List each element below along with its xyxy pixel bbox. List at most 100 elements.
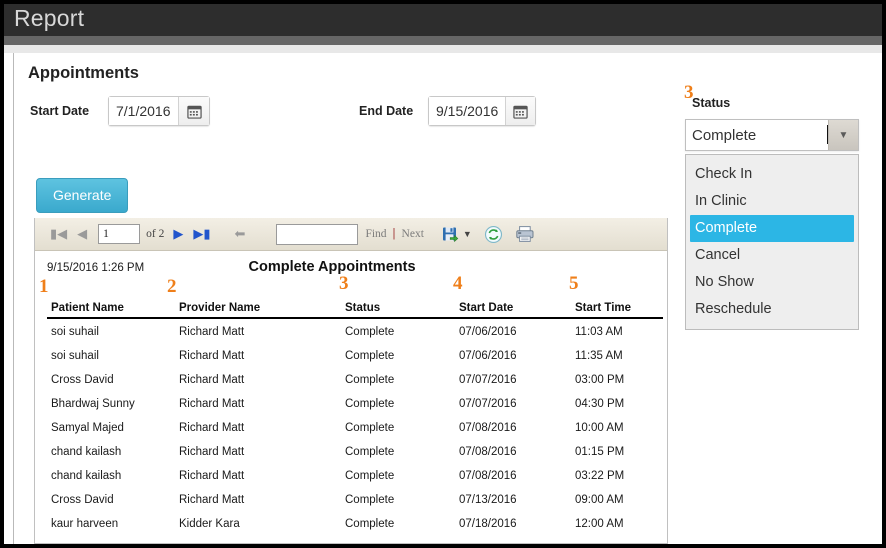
- status-value[interactable]: Complete: [686, 120, 828, 150]
- refresh-icon[interactable]: [484, 225, 503, 244]
- calendar-icon: [513, 105, 528, 119]
- start-date-field[interactable]: 7/1/2016: [108, 96, 210, 126]
- status-dropdown-list[interactable]: Check In In Clinic Complete Cancel No Sh…: [685, 154, 859, 330]
- find-next-button[interactable]: Next: [402, 228, 424, 240]
- cell-patient-name: kaur harveen: [51, 518, 119, 530]
- cell-status: Complete: [345, 398, 395, 410]
- cell-start-date: 07/13/2016: [459, 494, 517, 506]
- end-date-calendar-button[interactable]: [506, 97, 535, 125]
- page-number-value: 1: [103, 228, 109, 240]
- status-option-complete[interactable]: Complete: [690, 215, 854, 242]
- cell-patient-name: chand kailash: [51, 446, 122, 458]
- column-marker-4: 4: [453, 273, 463, 294]
- page-count-label: of 2: [146, 228, 165, 240]
- cell-patient-name: Cross David: [51, 494, 114, 506]
- start-date-calendar-button[interactable]: [179, 97, 209, 125]
- status-option-in-clinic[interactable]: In Clinic: [686, 188, 858, 215]
- cell-provider-name: Richard Matt: [179, 494, 245, 506]
- report-title: Complete Appointments: [248, 259, 416, 275]
- cell-status: Complete: [345, 374, 395, 386]
- cell-start-date: 07/06/2016: [459, 350, 517, 362]
- find-separator: |: [392, 228, 396, 240]
- cell-start-time: 11:35 AM: [575, 350, 623, 362]
- cell-patient-name: soi suhail: [51, 350, 99, 362]
- table-row: Cross David Richard Matt Complete 07/07/201…: [47, 370, 663, 394]
- cell-status: Complete: [345, 494, 395, 506]
- find-input[interactable]: [276, 223, 359, 245]
- cell-status: Complete: [345, 326, 395, 338]
- header-divider-light: [4, 45, 882, 53]
- cell-patient-name: Bhardwaj Sunny: [51, 398, 135, 410]
- text-cursor: [827, 125, 828, 144]
- cell-status: Complete: [345, 470, 395, 482]
- table-row: Cross David Richard Matt Complete 07/13/201…: [47, 490, 663, 514]
- column-header-patient-name: Patient Name: [51, 302, 124, 314]
- status-value-text: Complete: [692, 126, 757, 144]
- status-option-check-in[interactable]: Check In: [686, 161, 858, 188]
- cell-provider-name: Kidder Kara: [179, 518, 240, 530]
- column-header-status: Status: [345, 302, 381, 314]
- status-option-cancel[interactable]: Cancel: [686, 242, 858, 269]
- section-heading: Appointments: [28, 64, 139, 82]
- page-number-input[interactable]: 1: [98, 224, 141, 244]
- table-row: Bhardwaj Sunny Richard Matt Complete 07/07/…: [47, 394, 663, 418]
- export-dropdown-caret[interactable]: ▼: [463, 229, 472, 239]
- column-marker-3: 3: [339, 273, 349, 294]
- cell-provider-name: Richard Matt: [179, 326, 245, 338]
- status-combobox[interactable]: Complete ▼: [685, 119, 859, 151]
- end-date-field[interactable]: 9/15/2016: [428, 96, 536, 126]
- next-page-icon[interactable]: ▶: [168, 226, 188, 242]
- cell-start-date: 07/07/2016: [459, 374, 517, 386]
- chevron-down-icon: ▼: [838, 129, 849, 141]
- cell-start-date: 07/08/2016: [459, 422, 517, 434]
- report-page: Report Appointments Start Date 7/1/2016 …: [0, 0, 886, 548]
- print-icon[interactable]: [515, 225, 535, 243]
- previous-page-icon[interactable]: ◀: [72, 226, 92, 242]
- table-row: kaur harveen Kidder Kara Complete 07/18/201…: [47, 514, 663, 538]
- cell-start-time: 04:30 PM: [575, 398, 625, 410]
- start-date-value[interactable]: 7/1/2016: [109, 97, 180, 125]
- cell-start-date: 07/18/2016: [459, 518, 517, 530]
- cell-status: Complete: [345, 518, 395, 530]
- calendar-icon: [187, 105, 202, 119]
- status-option-reschedule[interactable]: Reschedule: [686, 296, 858, 323]
- cell-provider-name: Richard Matt: [179, 470, 245, 482]
- page-title: Report: [14, 5, 85, 31]
- cell-provider-name: Richard Matt: [179, 446, 245, 458]
- export-save-icon[interactable]: ▼: [442, 226, 472, 243]
- end-date-label: End Date: [359, 104, 414, 118]
- cell-patient-name: chand kailash: [51, 470, 122, 482]
- column-header-start-time: Start Time: [575, 302, 632, 314]
- cell-provider-name: Richard Matt: [179, 422, 245, 434]
- status-dropdown-toggle[interactable]: ▼: [828, 120, 858, 150]
- cell-provider-name: Richard Matt: [179, 350, 245, 362]
- cell-start-date: 07/08/2016: [459, 470, 517, 482]
- cell-provider-name: Richard Matt: [179, 398, 245, 410]
- table-row: chand kailash Richard Matt Complete 07/08/2…: [47, 442, 663, 466]
- column-header-start-date: Start Date: [459, 302, 514, 314]
- cell-status: Complete: [345, 350, 395, 362]
- table-row: chand kailash Richard Matt Complete 07/08/2…: [47, 466, 663, 490]
- status-option-no-show[interactable]: No Show: [686, 269, 858, 296]
- report-viewer: ▮◀ ◀ 1 of 2 ▶ ▶▮ ⬅ Find | Next ▼ 9/15/20…: [34, 218, 668, 544]
- last-page-icon[interactable]: ▶▮: [188, 226, 215, 242]
- generate-button[interactable]: Generate: [36, 178, 129, 213]
- cell-start-time: 09:00 AM: [575, 494, 624, 506]
- cell-start-date: 07/07/2016: [459, 398, 517, 410]
- column-header-provider-name: Provider Name: [179, 302, 261, 314]
- end-date-value[interactable]: 9/15/2016: [429, 97, 506, 125]
- back-to-parent-icon[interactable]: ⬅: [230, 226, 251, 242]
- first-page-icon[interactable]: ▮◀: [45, 226, 72, 242]
- find-button[interactable]: Find: [365, 228, 386, 240]
- cell-start-time: 11:03 AM: [575, 326, 623, 338]
- cell-start-time: 01:15 PM: [575, 446, 625, 458]
- start-date-label: Start Date: [30, 104, 90, 118]
- window-titlebar: Report: [4, 4, 882, 36]
- report-table-rows: soi suhail Richard Matt Complete 07/06/2016…: [47, 322, 663, 538]
- cell-status: Complete: [345, 446, 395, 458]
- status-label: Status: [692, 96, 731, 110]
- cell-start-date: 07/08/2016: [459, 446, 517, 458]
- cell-patient-name: soi suhail: [51, 326, 99, 338]
- left-rail: [4, 53, 14, 544]
- cell-start-time: 12:00 AM: [575, 518, 624, 530]
